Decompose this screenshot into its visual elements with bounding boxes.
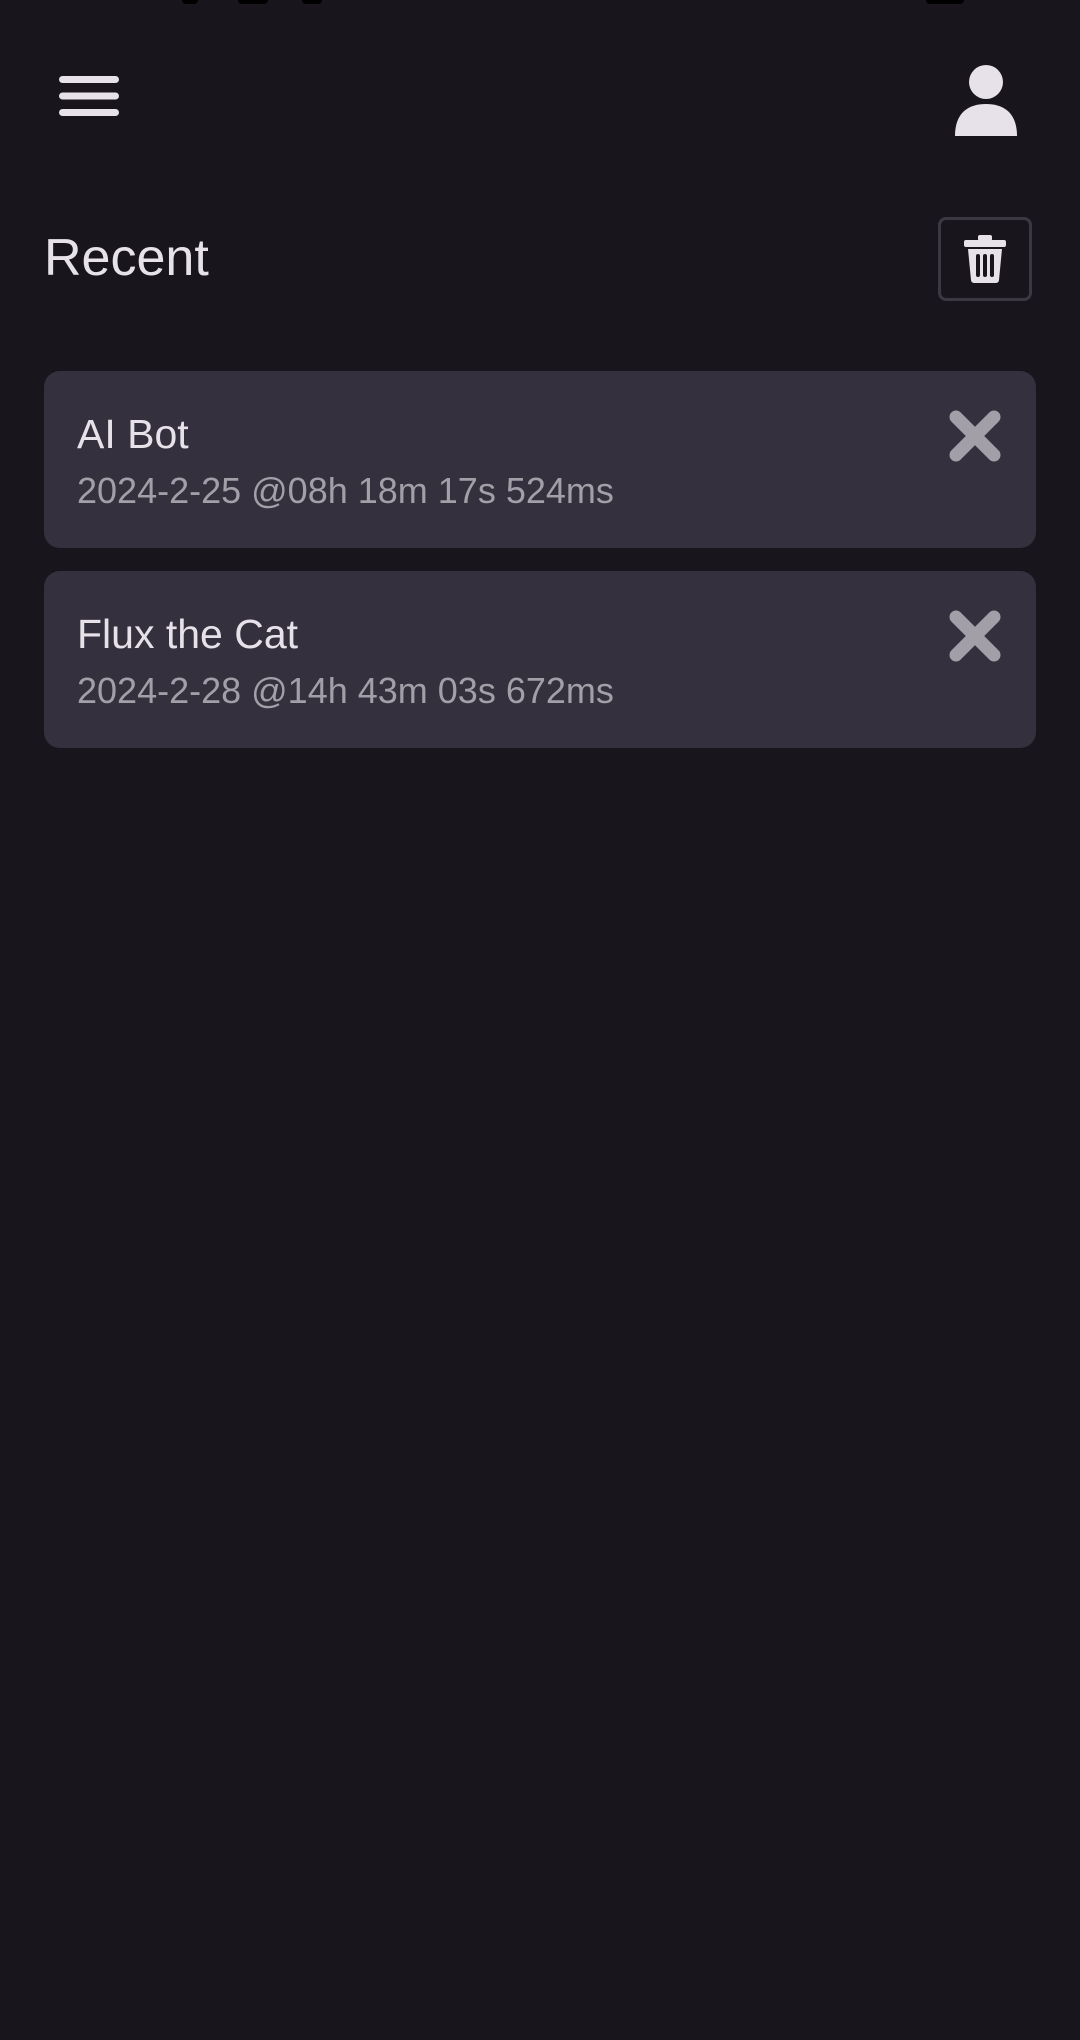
close-icon	[949, 610, 1001, 662]
status-glyph	[238, 0, 268, 4]
item-title: AI Bot	[77, 411, 189, 457]
item-timestamp: 2024-2-28 @14h 43m 03s 672ms	[77, 670, 614, 711]
status-glyph	[926, 0, 964, 4]
app-screen: Recent AI Bot 2024-2-25 @08h 18m 17s 524…	[0, 0, 1080, 2040]
status-glyph	[302, 0, 322, 4]
clear-all-button[interactable]	[938, 217, 1032, 301]
hamburger-menu-icon	[59, 76, 119, 116]
trash-icon	[964, 235, 1006, 283]
item-timestamp: 2024-2-25 @08h 18m 17s 524ms	[77, 470, 614, 511]
top-app-bar	[0, 40, 1080, 152]
profile-button[interactable]	[938, 52, 1034, 148]
close-icon	[949, 410, 1001, 462]
status-bar	[0, 0, 1080, 8]
menu-button[interactable]	[44, 62, 134, 130]
person-icon	[955, 65, 1017, 136]
status-glyph	[182, 0, 198, 4]
item-title: Flux the Cat	[77, 611, 299, 657]
remove-item-button[interactable]	[940, 601, 1010, 671]
section-title: Recent	[44, 229, 209, 287]
recent-list: AI Bot 2024-2-25 @08h 18m 17s 524ms Flux…	[44, 371, 1036, 771]
recent-header: Recent	[44, 212, 1036, 312]
list-item[interactable]: Flux the Cat 2024-2-28 @14h 43m 03s 672m…	[44, 571, 1036, 748]
remove-item-button[interactable]	[940, 401, 1010, 471]
list-item[interactable]: AI Bot 2024-2-25 @08h 18m 17s 524ms	[44, 371, 1036, 548]
